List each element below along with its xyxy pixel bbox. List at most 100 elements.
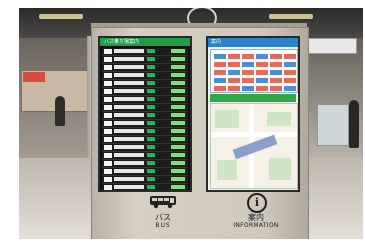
timetable-cell <box>270 86 282 91</box>
bus-departure-row <box>102 80 188 88</box>
bus-row-time <box>171 105 185 109</box>
bus-row-time <box>171 129 185 133</box>
bus-row-num <box>104 89 112 94</box>
station-map <box>210 103 298 189</box>
bus-row-num <box>104 81 112 86</box>
information-screen: 案内 <box>206 36 300 192</box>
bus-row-num <box>104 65 112 70</box>
timetable-cell <box>256 54 268 59</box>
timetable-cell <box>270 70 282 75</box>
bus-screen-header: バス乗り場案内 <box>100 38 190 46</box>
bus-row-dest <box>114 105 144 109</box>
bus-row-dest <box>114 49 144 53</box>
shop-sign <box>23 72 45 82</box>
timetable-cell <box>214 86 226 91</box>
bus-row-time <box>171 121 185 125</box>
bus-row-tag <box>147 73 155 77</box>
timetable-cell <box>270 78 282 83</box>
timetable-cell <box>214 70 226 75</box>
bus-row-num <box>104 129 112 134</box>
info-label-en: INFORMATION <box>233 222 279 229</box>
timetable-cell <box>284 86 296 91</box>
bus-row-num <box>104 73 112 78</box>
bus-row-tag <box>147 129 155 133</box>
person-right <box>349 100 359 148</box>
timetable-cell <box>270 62 282 67</box>
timetable-panel <box>210 49 298 93</box>
timetable-cell <box>214 78 226 83</box>
bus-departure-row <box>102 168 188 176</box>
bus-row-time <box>171 65 185 69</box>
bus-departure-row <box>102 96 188 104</box>
bus-departure-row <box>102 48 188 56</box>
bus-row-tag <box>147 153 155 157</box>
bus-row-time <box>171 185 185 189</box>
bus-departure-row <box>102 136 188 144</box>
photo-frame: バス乗り場案内 案内 i バス BUS 案内 INFORMATION <box>0 0 365 248</box>
bus-row-time <box>171 81 185 85</box>
bus-row-dest <box>114 121 144 125</box>
map-block <box>269 158 291 180</box>
bus-icon <box>150 196 176 209</box>
person-left <box>55 96 65 126</box>
bus-row-tag <box>147 185 155 189</box>
bus-departure-row <box>102 144 188 152</box>
bus-row-dest <box>114 169 144 173</box>
map-block <box>217 160 237 180</box>
bus-row-dest <box>114 97 144 101</box>
timetable-cell <box>214 54 226 59</box>
bus-row-dest <box>114 65 144 69</box>
bus-row-time <box>171 57 185 61</box>
bus-row-tag <box>147 65 155 69</box>
bus-departure-row <box>102 160 188 168</box>
bus-row-num <box>104 97 112 102</box>
ticket-gate <box>317 104 349 146</box>
bus-departure-row <box>102 72 188 80</box>
bus-departure-row <box>102 56 188 64</box>
timetable-cell <box>270 54 282 59</box>
timetable-cell <box>284 62 296 67</box>
bus-row-time <box>171 177 185 181</box>
timetable-cell <box>228 86 240 91</box>
bus-row-dest <box>114 129 144 133</box>
bus-row-time <box>171 153 185 157</box>
timetable-cell <box>228 70 240 75</box>
bus-row-tag <box>147 121 155 125</box>
map-block <box>267 112 291 126</box>
bus-screen-title: バス乗り場案内 <box>104 39 140 45</box>
timetable-cell <box>228 62 240 67</box>
bus-row-time <box>171 89 185 93</box>
timetable-cell <box>256 62 268 67</box>
bus-row-num <box>104 57 112 62</box>
bus-departure-row <box>102 184 188 190</box>
timetable-cell <box>242 62 254 67</box>
bus-row-dest <box>114 177 144 181</box>
bus-row-tag <box>147 161 155 165</box>
bus-row-tag <box>147 145 155 149</box>
bus-row-dest <box>114 185 144 189</box>
bus-row-dest <box>114 137 144 141</box>
bus-row-tag <box>147 57 155 61</box>
map-road <box>211 132 297 137</box>
ceiling-light <box>39 14 83 19</box>
bus-row-dest <box>114 57 144 61</box>
bus-row-tag <box>147 105 155 109</box>
information-icon: i <box>247 193 267 213</box>
timetable-cell <box>284 78 296 83</box>
timetable-cell <box>242 70 254 75</box>
map-header <box>210 94 296 102</box>
bus-departure-screen: バス乗り場案内 <box>98 36 192 192</box>
bus-row-num <box>104 185 112 190</box>
info-screen-title: 案内 <box>211 39 222 45</box>
bus-row-time <box>171 49 185 53</box>
bus-departure-row <box>102 152 188 160</box>
bus-row-num <box>104 113 112 118</box>
bus-row-time <box>171 97 185 101</box>
ceiling-light <box>269 14 313 19</box>
bus-row-time <box>171 113 185 117</box>
bus-row-num <box>104 145 112 150</box>
bus-departure-row <box>102 88 188 96</box>
info-screen-header: 案内 <box>208 38 298 47</box>
bus-row-tag <box>147 97 155 101</box>
bus-row-num <box>104 153 112 158</box>
